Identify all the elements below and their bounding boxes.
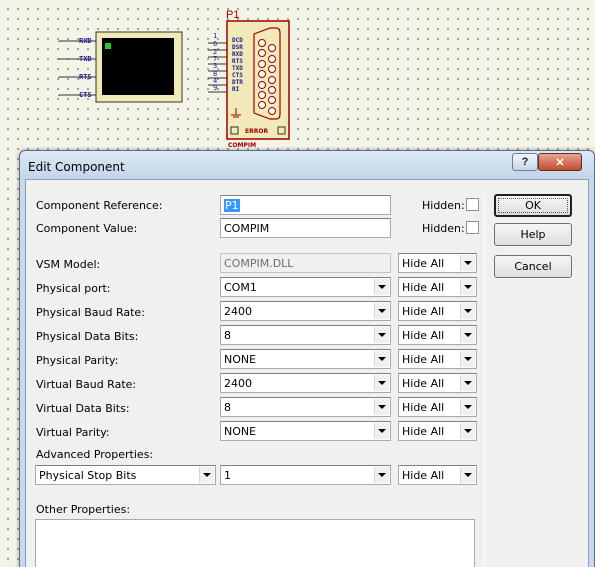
dialog-titlebar[interactable]: Edit Component ? ✕ xyxy=(20,151,594,179)
chevron-down-icon xyxy=(199,467,214,483)
vsm-model-label: VSM Model: xyxy=(36,258,101,271)
cancel-button[interactable]: Cancel xyxy=(494,255,572,278)
chevron-down-icon xyxy=(460,351,475,367)
compim-pin-label: DTR xyxy=(232,79,243,86)
physical-baud-rate-visibility-select[interactable]: Hide All xyxy=(398,301,477,321)
virtual-baud-rate-label: Virtual Baud Rate: xyxy=(36,378,137,391)
chevron-down-icon xyxy=(374,351,389,367)
physical-baud-rate-label: Physical Baud Rate: xyxy=(36,306,145,319)
compim-pin-label: CTS xyxy=(232,72,243,79)
compim-pin-number: 9 xyxy=(213,84,218,92)
vsm-model-input: COMPIM.DLL xyxy=(220,253,391,273)
reference-hidden-label: Hidden: xyxy=(422,199,465,212)
component-value-input[interactable]: COMPIM xyxy=(220,218,391,238)
schematic-canvas[interactable]: RXD TXD RTS CTS P1 1 6 2 7 3 8 4 9 DCD D… xyxy=(0,0,595,160)
virtual-parity-select[interactable]: NONE xyxy=(220,421,391,441)
vertical-divider xyxy=(484,194,485,567)
chevron-down-icon xyxy=(460,255,475,271)
physical-port-label: Physical port: xyxy=(36,282,111,295)
chevron-down-icon xyxy=(374,399,389,415)
physical-data-bits-visibility-select[interactable]: Hide All xyxy=(398,325,477,345)
physical-data-bits-label: Physical Data Bits: xyxy=(36,330,139,343)
component-reference-label: Component Reference: xyxy=(36,199,163,212)
physical-parity-visibility-select[interactable]: Hide All xyxy=(398,349,477,369)
component-reference-input[interactable]: P1 xyxy=(220,195,391,215)
reference-hidden-checkbox[interactable] xyxy=(466,198,479,211)
physical-port-select[interactable]: COM1 xyxy=(220,277,391,297)
component-value-label: Component Value: xyxy=(36,222,138,235)
physical-data-bits-select[interactable]: 8 xyxy=(220,325,391,345)
terminal-pin-label: RXD xyxy=(79,37,92,45)
virtual-baud-rate-select[interactable]: 2400 xyxy=(220,373,391,393)
compim-pin-label: RXD xyxy=(232,51,243,58)
titlebar-help-button[interactable]: ? xyxy=(512,153,538,171)
virtual-parity-label: Virtual Parity: xyxy=(36,426,110,439)
edit-component-dialog: Edit Component ? ✕ Component Reference: … xyxy=(19,150,595,567)
compim-pin-number: 3 xyxy=(213,62,218,70)
chevron-down-icon xyxy=(460,423,475,439)
chevron-down-icon xyxy=(460,279,475,295)
chevron-down-icon xyxy=(460,375,475,391)
compim-error-label: ERROR xyxy=(245,128,269,135)
compim-pin-label: DCD xyxy=(232,37,243,44)
advanced-properties-label: Advanced Properties: xyxy=(36,448,154,461)
virtual-data-bits-label: Virtual Data Bits: xyxy=(36,402,130,415)
chevron-down-icon xyxy=(460,467,475,483)
titlebar-close-button[interactable]: ✕ xyxy=(538,153,582,171)
chevron-down-icon xyxy=(460,327,475,343)
compim-pin-label: RI xyxy=(232,86,240,93)
ok-button[interactable]: OK xyxy=(494,194,572,217)
value-hidden-checkbox[interactable] xyxy=(466,221,479,234)
virtual-data-bits-visibility-select[interactable]: Hide All xyxy=(398,397,477,417)
chevron-down-icon xyxy=(374,375,389,391)
physical-parity-select[interactable]: NONE xyxy=(220,349,391,369)
chevron-down-icon xyxy=(374,303,389,319)
terminal-pin-label: CTS xyxy=(79,91,92,99)
advanced-property-select[interactable]: Physical Stop Bits xyxy=(35,465,216,485)
advanced-value-select[interactable]: 1 xyxy=(220,465,391,485)
terminal-pin-label: RTS xyxy=(79,73,92,81)
terminal-pin-label: TXD xyxy=(79,55,92,63)
close-icon: ✕ xyxy=(555,156,565,169)
compim-pin-number: 6 xyxy=(213,40,218,48)
compim-part[interactable] xyxy=(208,20,290,140)
chevron-down-icon xyxy=(374,327,389,343)
physical-baud-rate-select[interactable]: 2400 xyxy=(220,301,391,321)
other-properties-textarea[interactable] xyxy=(35,519,475,567)
physical-port-visibility-select[interactable]: Hide All xyxy=(398,277,477,297)
compim-part-label: COMPIM xyxy=(228,142,257,149)
virtual-terminal[interactable] xyxy=(58,31,183,103)
compim-pin-label: RTS xyxy=(232,58,243,65)
chevron-down-icon xyxy=(460,303,475,319)
chevron-down-icon xyxy=(374,279,389,295)
vsm-model-visibility-select[interactable]: Hide All xyxy=(398,253,477,273)
virtual-baud-rate-visibility-select[interactable]: Hide All xyxy=(398,373,477,393)
compim-pin-number: 1 xyxy=(213,32,218,40)
compim-pin-label: DSR xyxy=(232,44,243,51)
virtual-parity-visibility-select[interactable]: Hide All xyxy=(398,421,477,441)
physical-parity-label: Physical Parity: xyxy=(36,354,119,367)
virtual-data-bits-select[interactable]: 8 xyxy=(220,397,391,417)
value-hidden-label: Hidden: xyxy=(422,222,465,235)
other-properties-label: Other Properties: xyxy=(36,503,131,516)
compim-ref-label: P1 xyxy=(226,9,240,21)
advanced-visibility-select[interactable]: Hide All xyxy=(398,465,477,485)
chevron-down-icon xyxy=(374,423,389,439)
compim-pin-label: TXD xyxy=(232,65,243,72)
dialog-body: Component Reference: P1 Hidden: Componen… xyxy=(25,179,589,567)
help-button[interactable]: Help xyxy=(494,223,572,246)
chevron-down-icon xyxy=(374,467,389,483)
dialog-title: Edit Component xyxy=(28,160,125,174)
question-icon: ? xyxy=(521,156,529,168)
chevron-down-icon xyxy=(460,399,475,415)
